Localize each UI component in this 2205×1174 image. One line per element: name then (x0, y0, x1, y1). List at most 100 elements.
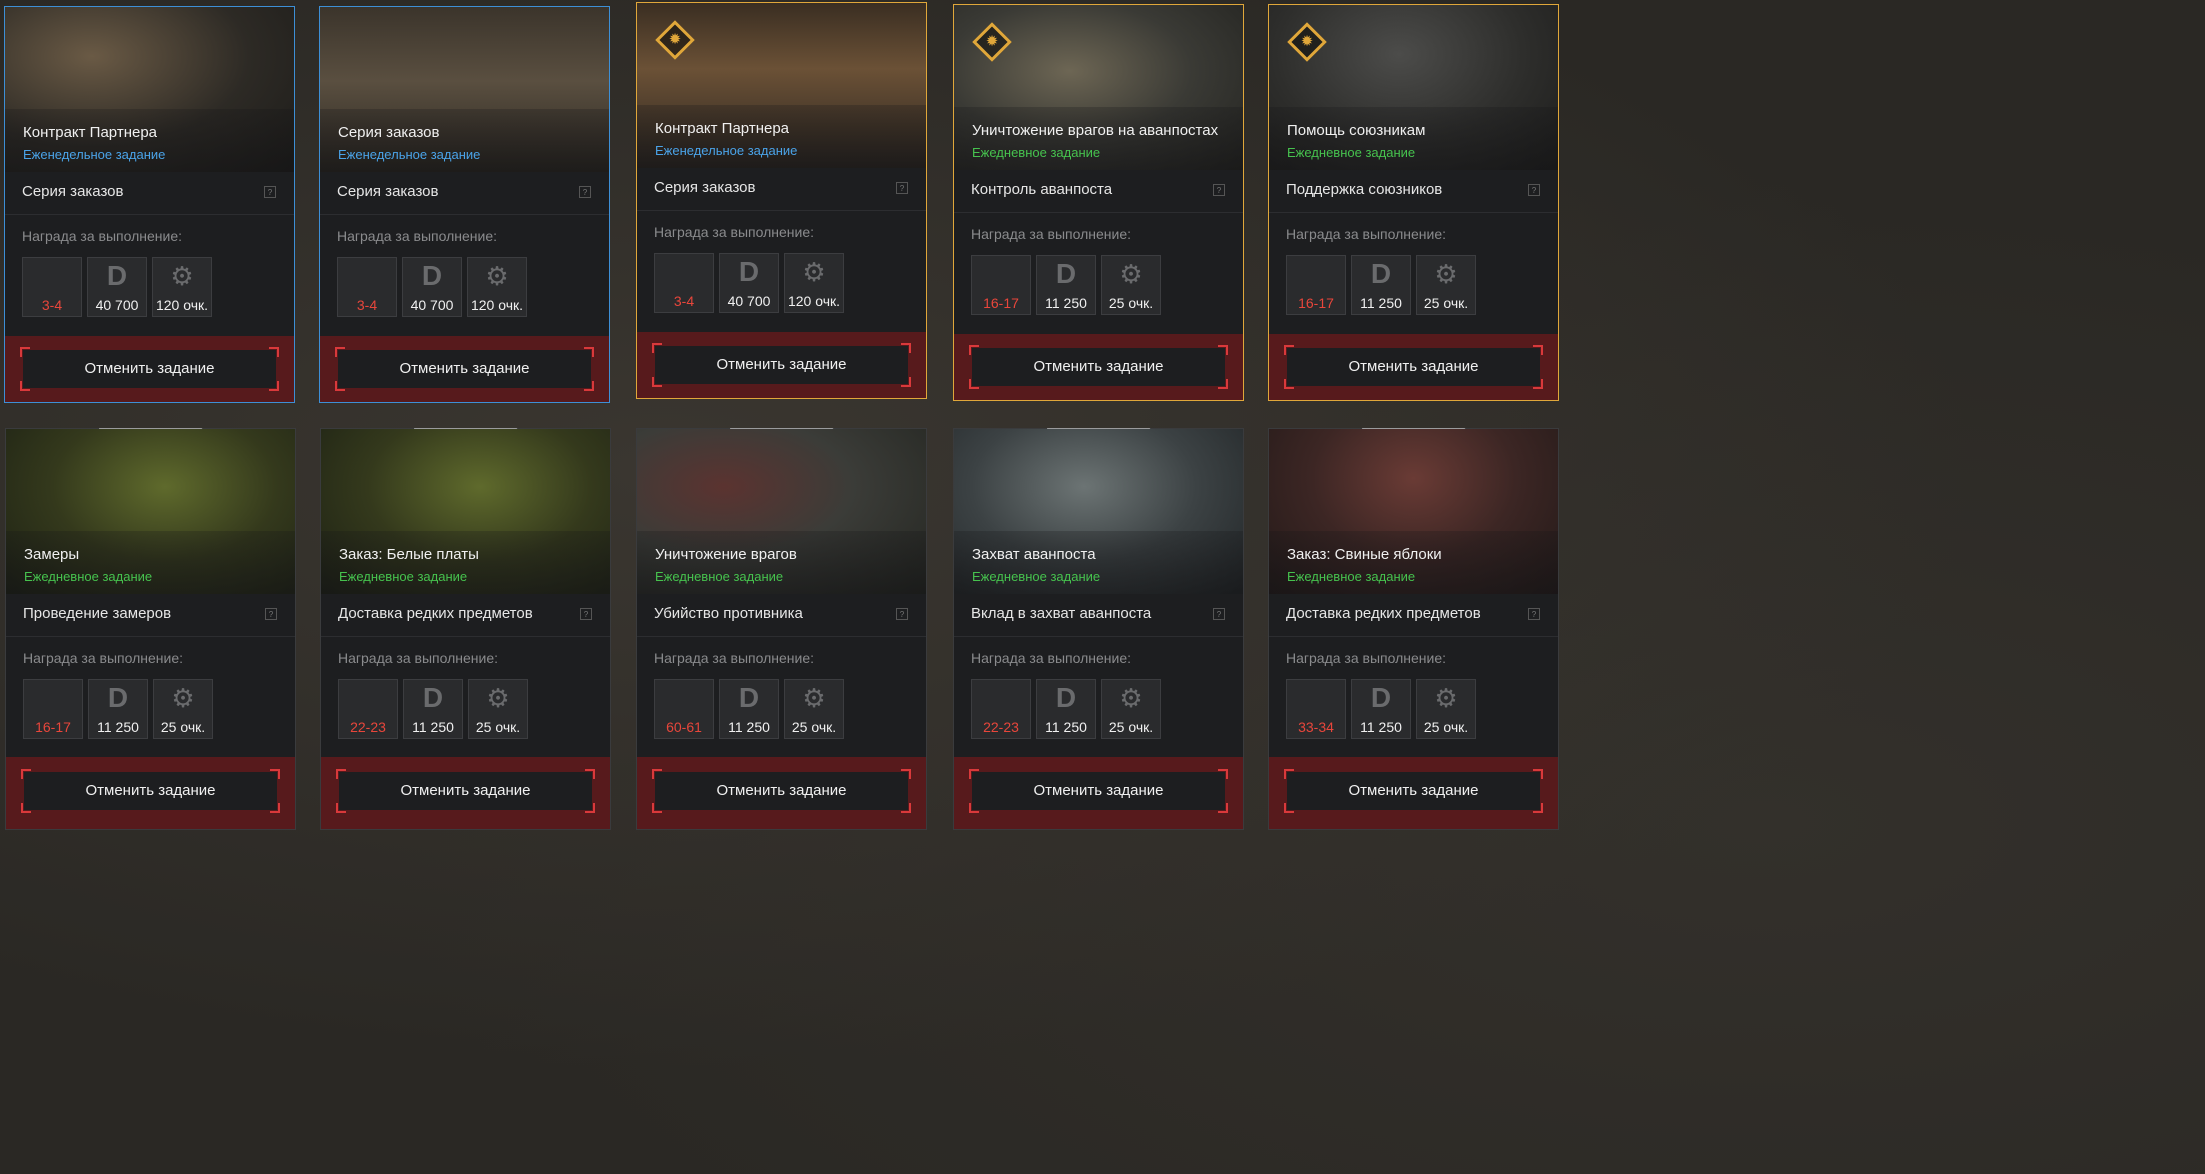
gear-icon: ⚙ (171, 683, 195, 713)
reward-item-tile[interactable]: 3-4 (337, 257, 397, 317)
reward-item-count: 3-4 (356, 297, 378, 313)
reward-points-tile[interactable]: ⚙ 25 очк. (1416, 255, 1476, 315)
mission-card[interactable]: Заказ: Белые платы Ежедневное задание До… (320, 428, 611, 830)
help-icon[interactable]: ? (896, 608, 908, 620)
mission-card[interactable]: ✹ Уничтожение врагов на аванпостах Ежедн… (953, 4, 1244, 401)
cancel-mission-button[interactable]: Отменить задание (20, 347, 279, 391)
cancel-mission-button[interactable]: Отменить задание (21, 769, 280, 813)
reward-money-tile[interactable]: D 11 250 (403, 679, 463, 739)
reward-item-tile[interactable]: 16-17 (1286, 255, 1346, 315)
reward-item-tile[interactable]: 16-17 (971, 255, 1031, 315)
reward-points-tile[interactable]: ⚙ 25 очк. (1416, 679, 1476, 739)
reward-label: Награда за выполнение: (1286, 226, 1446, 242)
reward-points-tile[interactable]: ⚙ 120 очк. (152, 257, 212, 317)
reward-points-amount: 25 очк. (1423, 719, 1469, 735)
cancel-mission-button[interactable]: Отменить задание (652, 769, 911, 813)
reward-points-tile[interactable]: ⚙ 25 очк. (153, 679, 213, 739)
cancel-mission-button[interactable]: Отменить задание (969, 769, 1228, 813)
card-footer: Отменить задание (954, 334, 1243, 400)
mission-type: Ежедневное задание (1287, 569, 1416, 584)
reward-label: Награда за выполнение: (654, 650, 814, 666)
mission-card[interactable]: Уничтожение врагов Ежедневное задание Уб… (636, 428, 927, 830)
money-icon: D (1055, 258, 1077, 289)
cancel-mission-button[interactable]: Отменить задание (335, 347, 594, 391)
reward-points-tile[interactable]: ⚙ 25 очк. (784, 679, 844, 739)
help-icon[interactable]: ? (580, 608, 592, 620)
task-name: Серия заказов (22, 183, 124, 200)
cancel-label: Отменить задание (85, 782, 216, 799)
reward-label: Награда за выполнение: (971, 650, 1131, 666)
money-icon: D (1370, 258, 1392, 289)
help-icon[interactable]: ? (1213, 184, 1225, 196)
emblem-icon: ✹ (668, 31, 682, 48)
help-icon[interactable]: ? (1528, 608, 1540, 620)
mission-card[interactable]: ✹ Контракт Партнера Еженедельное задание… (636, 2, 927, 399)
card-footer: Отменить задание (5, 336, 294, 402)
reward-money-amount: 11 250 (728, 719, 770, 735)
mission-card[interactable]: Контракт Партнера Еженедельное задание С… (4, 6, 295, 403)
task-name: Доставка редких предметов (338, 605, 533, 622)
cancel-mission-button[interactable]: Отменить задание (969, 345, 1228, 389)
mission-type: Ежедневное задание (655, 569, 784, 584)
cancel-mission-button[interactable]: Отменить задание (652, 343, 911, 387)
cancel-label: Отменить задание (399, 360, 530, 377)
reward-points-tile[interactable]: ⚙ 120 очк. (467, 257, 527, 317)
reward-points-tile[interactable]: ⚙ 25 очк. (1101, 679, 1161, 739)
reward-points-tile[interactable]: ⚙ 25 очк. (1101, 255, 1161, 315)
cancel-mission-button[interactable]: Отменить задание (1284, 769, 1543, 813)
help-icon[interactable]: ? (1213, 608, 1225, 620)
help-icon[interactable]: ? (264, 186, 276, 198)
reward-money-tile[interactable]: D 40 700 (719, 253, 779, 313)
mission-type: Ежедневное задание (1287, 145, 1416, 160)
help-icon[interactable]: ? (579, 186, 591, 198)
reward-item-count: 22-23 (350, 719, 386, 735)
reward-money-tile[interactable]: D 11 250 (1036, 255, 1096, 315)
mission-title: Контракт Партнера (655, 120, 790, 137)
gear-icon: ⚙ (1434, 259, 1458, 289)
money-icon: D (1370, 682, 1392, 713)
reward-item-tile[interactable]: 33-34 (1286, 679, 1346, 739)
cancel-label: Отменить задание (1033, 782, 1164, 799)
help-icon[interactable]: ? (265, 608, 277, 620)
reward-money-tile[interactable]: D 40 700 (402, 257, 462, 317)
reward-money-tile[interactable]: D 11 250 (1351, 679, 1411, 739)
mission-type: Еженедельное задание (23, 147, 166, 162)
money-icon: D (738, 682, 760, 713)
cancel-mission-button[interactable]: Отменить задание (336, 769, 595, 813)
reward-item-tile[interactable]: 22-23 (338, 679, 398, 739)
mission-type: Ежедневное задание (972, 145, 1101, 160)
mission-card[interactable]: Серия заказов Еженедельное задание Серия… (319, 6, 610, 403)
help-icon[interactable]: ? (1528, 184, 1540, 196)
reward-points-tile[interactable]: ⚙ 25 очк. (468, 679, 528, 739)
task-name: Серия заказов (654, 179, 756, 196)
mission-card[interactable]: Заказ: Свиные яблоки Ежедневное задание … (1268, 428, 1559, 830)
mission-card[interactable]: ✹ Помощь союзникам Ежедневное задание По… (1268, 4, 1559, 401)
reward-money-tile[interactable]: D 40 700 (87, 257, 147, 317)
mission-card[interactable]: Захват аванпоста Ежедневное задание Вкла… (953, 428, 1244, 830)
reward-item-tile[interactable]: 22-23 (971, 679, 1031, 739)
reward-label: Награда за выполнение: (337, 228, 497, 244)
card-footer: Отменить задание (320, 336, 609, 402)
cancel-label: Отменить задание (1348, 358, 1479, 375)
reward-item-tile[interactable]: 16-17 (23, 679, 83, 739)
task-row: Убийство противника ? (637, 594, 926, 637)
reward-item-icon (1287, 256, 1345, 286)
reward-money-amount: 11 250 (1045, 295, 1087, 311)
reward-money-tile[interactable]: D 11 250 (88, 679, 148, 739)
reward-money-tile[interactable]: D 11 250 (719, 679, 779, 739)
reward-points-amount: 120 очк. (470, 297, 524, 313)
reward-item-count: 16-17 (983, 295, 1019, 311)
reward-item-tile[interactable]: 3-4 (654, 253, 714, 313)
reward-money-tile[interactable]: D 11 250 (1036, 679, 1096, 739)
gear-icon: ⚙ (802, 257, 826, 287)
cancel-mission-button[interactable]: Отменить задание (1284, 345, 1543, 389)
help-icon[interactable]: ? (896, 182, 908, 194)
cancel-label: Отменить задание (716, 782, 847, 799)
reward-item-tile[interactable]: 60-61 (654, 679, 714, 739)
reward-money-tile[interactable]: D 11 250 (1351, 255, 1411, 315)
reward-item-tile[interactable]: 3-4 (22, 257, 82, 317)
reward-points-tile[interactable]: ⚙ 120 очк. (784, 253, 844, 313)
reward-item-count: 60-61 (666, 719, 702, 735)
mission-card[interactable]: Замеры Ежедневное задание Проведение зам… (5, 428, 296, 830)
task-name: Вклад в захват аванпоста (971, 605, 1152, 622)
